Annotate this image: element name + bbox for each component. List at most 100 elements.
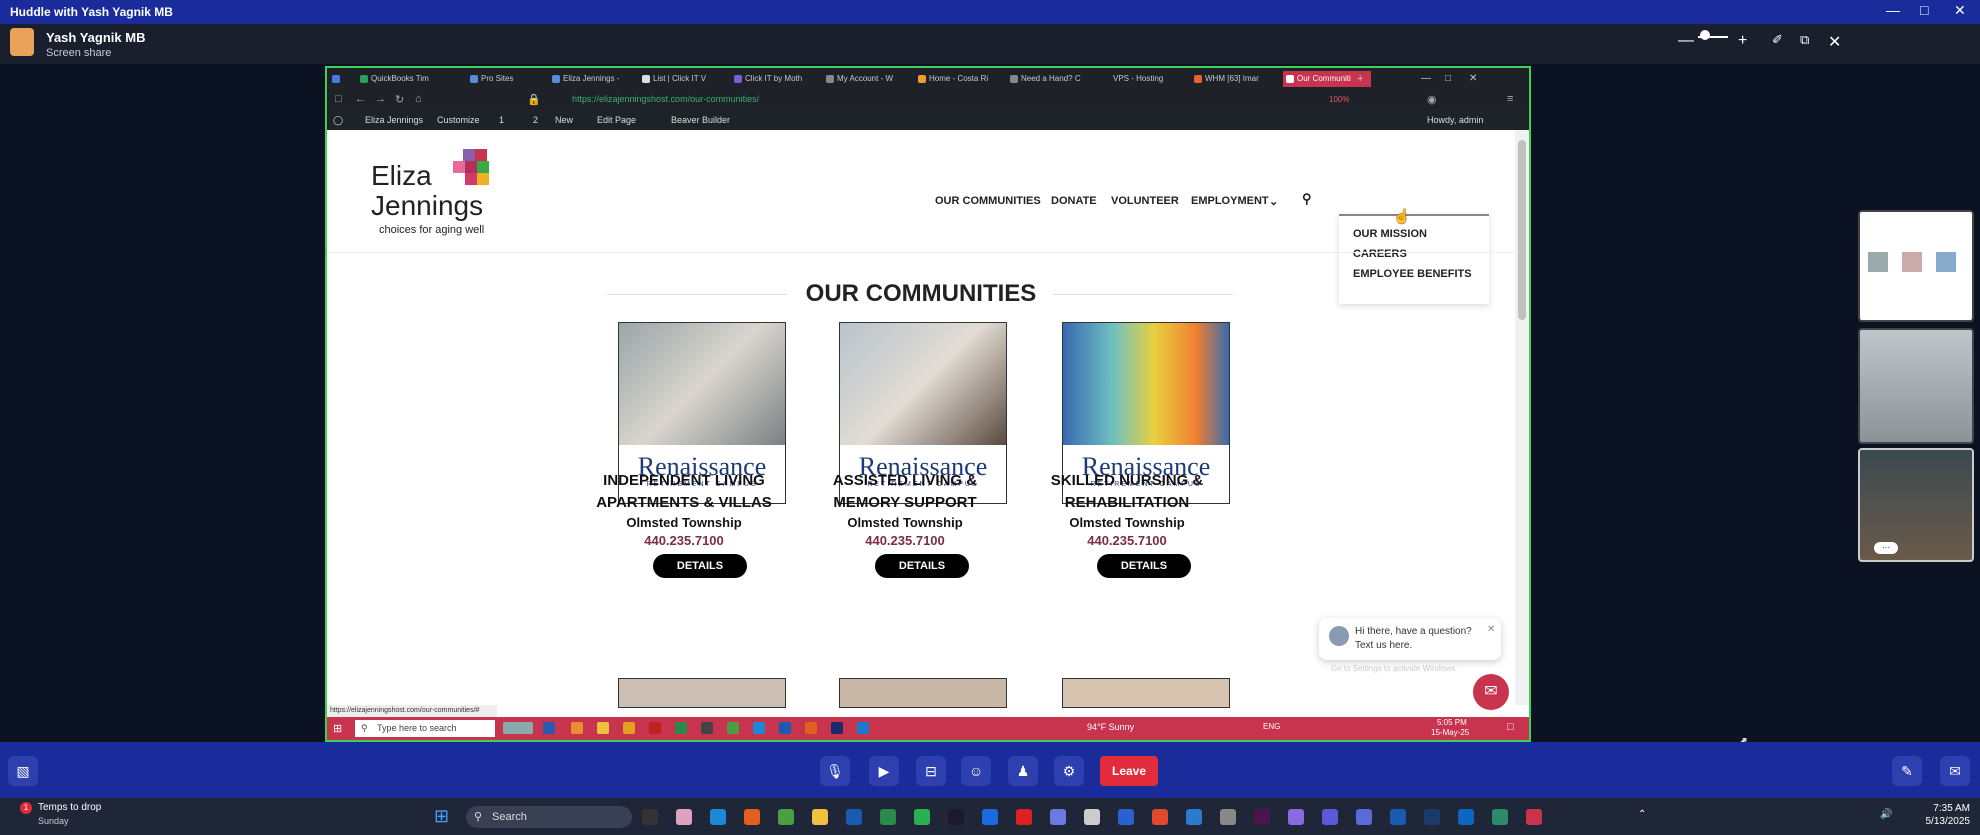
edge-icon[interactable]	[710, 809, 726, 825]
browser-tab[interactable]: List | Click IT V	[639, 71, 729, 87]
remote-weather[interactable]: 94°F Sunny	[1087, 722, 1134, 732]
zoom-out-icon[interactable]: —	[1678, 32, 1694, 50]
folder-icon[interactable]	[597, 722, 609, 734]
nav-employment[interactable]: EMPLOYMENT	[1191, 195, 1269, 207]
back-icon[interactable]: ←	[355, 93, 366, 105]
app-icon[interactable]	[1084, 809, 1100, 825]
popout-icon[interactable]: ⧉	[1800, 32, 1809, 48]
wordpress-icon[interactable]: ◯	[333, 115, 343, 126]
wp-edit-page-link[interactable]: Edit Page	[597, 115, 636, 125]
filezilla-icon[interactable]	[649, 722, 661, 734]
app-icon[interactable]	[1152, 809, 1168, 825]
app-icon[interactable]	[1492, 809, 1508, 825]
task-view-icon[interactable]	[642, 809, 658, 825]
close-icon[interactable]: ✕	[1487, 624, 1495, 635]
browser-tab[interactable]: Need a Hand? C	[1007, 71, 1097, 87]
notification-icon[interactable]: □	[1507, 721, 1514, 733]
leave-button[interactable]: Leave	[1100, 756, 1158, 786]
zoom-in-icon[interactable]: +	[1738, 32, 1747, 50]
remote-time[interactable]: 5:05 PM	[1437, 718, 1467, 727]
minimize-icon[interactable]: —	[1886, 2, 1900, 18]
wp-comments-link[interactable]: 2	[533, 115, 538, 125]
app-icon[interactable]	[1050, 809, 1066, 825]
forward-icon[interactable]: →	[375, 93, 386, 105]
signal-icon[interactable]: ▧	[8, 756, 38, 786]
browser-tab[interactable]: Home - Costa Ri	[915, 71, 1005, 87]
folder-icon[interactable]	[812, 809, 828, 825]
restore-icon[interactable]: □	[1445, 71, 1451, 87]
chat-button[interactable]: ✉	[1940, 756, 1970, 786]
browser-tab[interactable]: WHM [63] Imar	[1191, 71, 1281, 87]
slack-icon[interactable]	[1254, 809, 1270, 825]
wp-howdy-link[interactable]: Howdy, admin	[1427, 115, 1483, 125]
address-bar[interactable]: https://elizajenningshost.com/our-commun…	[572, 94, 759, 104]
community-image[interactable]	[618, 678, 786, 708]
dropdown-careers[interactable]: CAREERS	[1353, 248, 1407, 260]
card-phone[interactable]: 440.235.7100	[790, 533, 1020, 548]
new-tab-icon[interactable]: +	[1357, 71, 1363, 87]
weather-title[interactable]: Temps to drop	[38, 802, 101, 813]
wp-site-link[interactable]: Eliza Jennings	[365, 115, 423, 125]
linkedin-icon[interactable]	[1458, 809, 1474, 825]
app-icon[interactable]	[1288, 809, 1304, 825]
page-scrollbar[interactable]	[1515, 130, 1529, 705]
close-share-icon[interactable]: ✕	[1828, 32, 1841, 52]
speaker-icon[interactable]: 🔊	[1880, 809, 1892, 820]
browser-tab[interactable]: My Account - W	[823, 71, 913, 87]
skype-icon[interactable]	[753, 722, 765, 734]
firefox-icon[interactable]	[744, 809, 760, 825]
app-icon[interactable]	[623, 722, 635, 734]
card-phone[interactable]: 440.235.7100	[569, 533, 799, 548]
wp-beaver-builder-link[interactable]: Beaver Builder	[671, 115, 730, 125]
chrome-icon[interactable]	[727, 722, 739, 734]
nav-our-communities[interactable]: OUR COMMUNITIES	[935, 195, 1041, 207]
app-icon[interactable]	[1424, 809, 1440, 825]
taskbar-search[interactable]: ⚲ Search	[466, 806, 632, 828]
youtube-icon[interactable]	[1016, 809, 1032, 825]
nav-donate[interactable]: DONATE	[1051, 195, 1097, 207]
app-icon[interactable]	[880, 809, 896, 825]
home-icon[interactable]: ⌂	[415, 93, 422, 105]
wp-new-link[interactable]: New	[555, 115, 573, 125]
close-icon[interactable]: ✕	[1469, 71, 1477, 87]
microphone-button[interactable]: 🎙	[820, 756, 850, 786]
dropdown-employee-benefits[interactable]: EMPLOYEE BENEFITS	[1353, 268, 1472, 280]
skype-icon[interactable]	[1186, 809, 1202, 825]
minimize-icon[interactable]: —	[1421, 71, 1431, 87]
participant-tile-screen[interactable]	[1858, 210, 1974, 322]
windows-start-icon[interactable]: ⊞	[434, 806, 449, 827]
participant-tile[interactable]	[1858, 328, 1974, 444]
participants-button[interactable]: ♟	[1008, 756, 1038, 786]
extension-icon[interactable]: ◉	[1427, 93, 1437, 106]
more-options-icon[interactable]: ⋯	[1874, 542, 1898, 554]
outlook-icon[interactable]	[846, 809, 862, 825]
details-button[interactable]: DETAILS	[653, 554, 747, 578]
details-button[interactable]: DETAILS	[1097, 554, 1191, 578]
menu-icon[interactable]: ≡	[1507, 93, 1513, 105]
app-icon[interactable]	[675, 722, 687, 734]
chat-prompt[interactable]: Hi there, have a question? Text us here.…	[1319, 618, 1501, 660]
browser-tab[interactable]: VPS - Hosting	[1099, 71, 1189, 87]
details-button[interactable]: DETAILS	[875, 554, 969, 578]
app-icon[interactable]	[1220, 809, 1236, 825]
zoom-slider-handle[interactable]	[1700, 30, 1710, 40]
outlook-icon[interactable]	[1390, 809, 1406, 825]
weather-sub[interactable]: Sunday	[38, 816, 69, 826]
app-icon[interactable]	[543, 722, 555, 734]
app-icon[interactable]	[701, 722, 713, 734]
restore-icon[interactable]: □	[1920, 2, 1928, 18]
zoom-level[interactable]: 100%	[1329, 95, 1349, 104]
chat-button[interactable]: ✉	[1473, 674, 1509, 710]
taskbar-clock[interactable]: 7:35 AM 5/13/2025	[1900, 802, 1971, 828]
community-image[interactable]	[1062, 678, 1230, 708]
reaction-button[interactable]: ☺	[961, 756, 991, 786]
edge-icon[interactable]	[857, 722, 869, 734]
app-icon[interactable]	[948, 809, 964, 825]
screen-share-button[interactable]: ⊟	[916, 756, 946, 786]
reload-icon[interactable]: ↻	[395, 93, 404, 106]
settings-button[interactable]: ⚙	[1054, 756, 1084, 786]
whatsapp-icon[interactable]	[914, 809, 930, 825]
outlook-icon[interactable]	[779, 722, 791, 734]
close-icon[interactable]: ✕	[1954, 2, 1966, 19]
wp-updates-link[interactable]: 1	[499, 115, 504, 125]
